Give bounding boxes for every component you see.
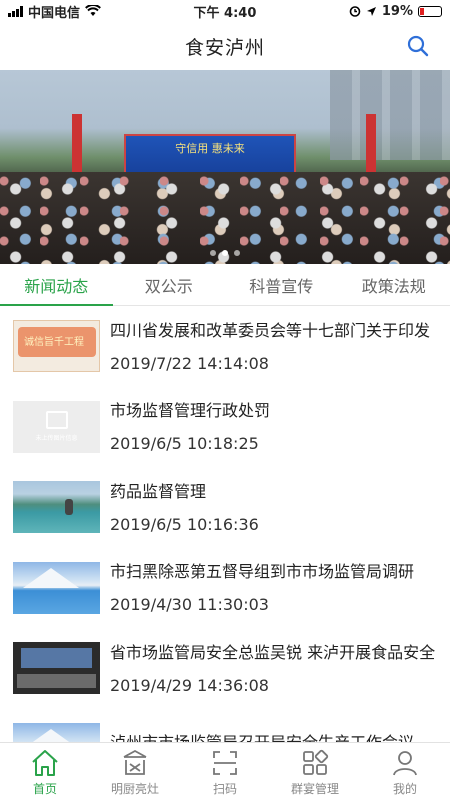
carousel-dot[interactable]	[210, 250, 216, 256]
list-item[interactable]: 省市场监管局安全总监吴锐 来泸开展食品安全 2019/4/29 14:36:08	[0, 628, 450, 709]
scan-icon	[213, 750, 237, 775]
thumbnail-caption: 诚信旨千工程	[24, 337, 84, 349]
news-date: 2019/6/5 10:18:25	[110, 434, 259, 454]
news-date: 2019/7/22 14:14:08	[110, 353, 269, 373]
tab-news[interactable]: 新闻动态	[0, 264, 113, 306]
tab-science-label: 科普宣传	[249, 276, 314, 296]
list-item[interactable]: 诚信旨千工程 四川省发展和改革委员会等十七部门关于印发 2019/7/22 14:…	[0, 306, 450, 387]
tabbar-home[interactable]: 首页	[0, 743, 90, 800]
news-thumbnail: 诚信旨千工程	[13, 320, 100, 373]
thumbnail-caption: 未上传图片信息	[35, 435, 78, 443]
news-thumbnail	[13, 642, 100, 695]
carousel-dot-active[interactable]	[222, 250, 228, 256]
banner-carousel[interactable]: 守信用 惠未来	[0, 70, 450, 264]
tabbar-banquet[interactable]: 群宴管理	[270, 743, 360, 800]
tab-double-publicity-label: 双公示	[144, 276, 193, 296]
news-date: 2019/4/29 14:36:08	[110, 675, 269, 695]
header: 食安泸州	[0, 22, 450, 70]
tab-policy-label: 政策法规	[361, 276, 426, 296]
bottom-tab-bar: 首页 明厨亮灶 扫码 群宴管理 我的	[0, 742, 450, 800]
tabbar-profile-label: 我的	[392, 781, 417, 796]
banner-stage-text: 守信用 惠未来	[175, 142, 245, 155]
alarm-icon	[349, 6, 361, 17]
news-title: 四川省发展和改革委员会等十七部门关于印发	[110, 320, 431, 340]
news-thumbnail	[13, 481, 100, 534]
category-tabs: 新闻动态 双公示 科普宣传 政策法规	[0, 264, 450, 306]
tab-science[interactable]: 科普宣传	[225, 264, 338, 305]
news-thumbnail	[13, 561, 100, 614]
home-icon	[32, 749, 58, 776]
tabbar-banquet-label: 群宴管理	[290, 781, 339, 796]
tabbar-kitchen-label: 明厨亮灶	[110, 781, 159, 796]
carousel-dot[interactable]	[234, 250, 240, 256]
status-bar: 中国电信 下午 4:40 19%	[0, 0, 450, 22]
banner-buildings	[330, 70, 450, 160]
news-title: 市扫黑除恶第五督导组到市市场监管局调研	[110, 562, 415, 582]
tab-double-publicity[interactable]: 双公示	[113, 264, 226, 305]
news-title: 市场监督管理行政处罚	[110, 401, 271, 421]
carrier: 中国电信	[28, 5, 81, 21]
list-item[interactable]: 未上传图片信息 市场监督管理行政处罚 2019/6/5 10:18:25	[0, 387, 450, 468]
location-icon	[366, 6, 376, 16]
list-item[interactable]: 药品监督管理 2019/6/5 10:16:36	[0, 467, 450, 548]
news-date: 2019/4/30 11:30:03	[110, 595, 269, 615]
news-list: 诚信旨千工程 四川省发展和改革委员会等十七部门关于印发 2019/7/22 14:…	[0, 306, 450, 750]
tabbar-home-label: 首页	[32, 781, 57, 796]
news-thumbnail: 未上传图片信息	[13, 400, 100, 453]
tabbar-profile[interactable]: 我的	[360, 743, 450, 800]
battery-percent: 19%	[381, 3, 413, 19]
carousel-dots	[0, 250, 450, 256]
tabbar-scan-label: 扫码	[212, 781, 237, 796]
kitchen-icon	[123, 749, 147, 775]
news-title: 省市场监管局安全总监吴锐 来泸开展食品安全	[110, 642, 436, 662]
search-icon[interactable]	[406, 34, 430, 58]
list-item[interactable]: 市扫黑除恶第五督导组到市市场监管局调研 2019/4/30 11:30:03	[0, 548, 450, 629]
image-placeholder-icon	[45, 411, 68, 430]
user-icon	[393, 750, 417, 775]
battery-icon	[417, 5, 442, 17]
tab-policy[interactable]: 政策法规	[338, 264, 450, 305]
news-date: 2019/6/5 10:16:36	[110, 514, 259, 534]
page-title: 食安泸州	[184, 36, 265, 59]
wifi-icon	[85, 5, 101, 16]
news-title: 药品监督管理	[110, 481, 207, 501]
grid-icon	[303, 749, 329, 775]
tabbar-kitchen[interactable]: 明厨亮灶	[90, 743, 180, 800]
signal-icon	[8, 5, 23, 17]
tabbar-scan[interactable]: 扫码	[180, 743, 270, 800]
clock: 下午 4:40	[193, 5, 257, 21]
tab-news-label: 新闻动态	[24, 276, 89, 296]
